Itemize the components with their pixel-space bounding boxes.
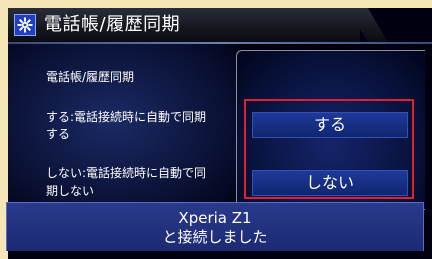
header-tab-edge: [360, 8, 432, 42]
header-bar: 電話帳/履歴同期: [8, 8, 432, 42]
help-on-line2: する: [46, 127, 71, 141]
help-off-line2: 期しない: [46, 184, 95, 198]
connection-message: Xperia Z1 と接続しました: [6, 202, 424, 251]
page-title: 電話帳/履歴同期: [44, 14, 181, 35]
message-status: と接続しました: [162, 228, 268, 246]
option-on-button[interactable]: する: [252, 112, 408, 138]
help-off-line1: しない:電話接続時に自動で同: [46, 166, 207, 180]
message-device-name: Xperia Z1: [178, 209, 252, 227]
option-off-button[interactable]: しない: [252, 170, 408, 196]
help-heading: 電話帳/履歴同期: [46, 70, 135, 84]
help-on-line1: する:電話接続時に自動で同期: [46, 110, 207, 124]
gear-logo-icon: [14, 14, 36, 36]
